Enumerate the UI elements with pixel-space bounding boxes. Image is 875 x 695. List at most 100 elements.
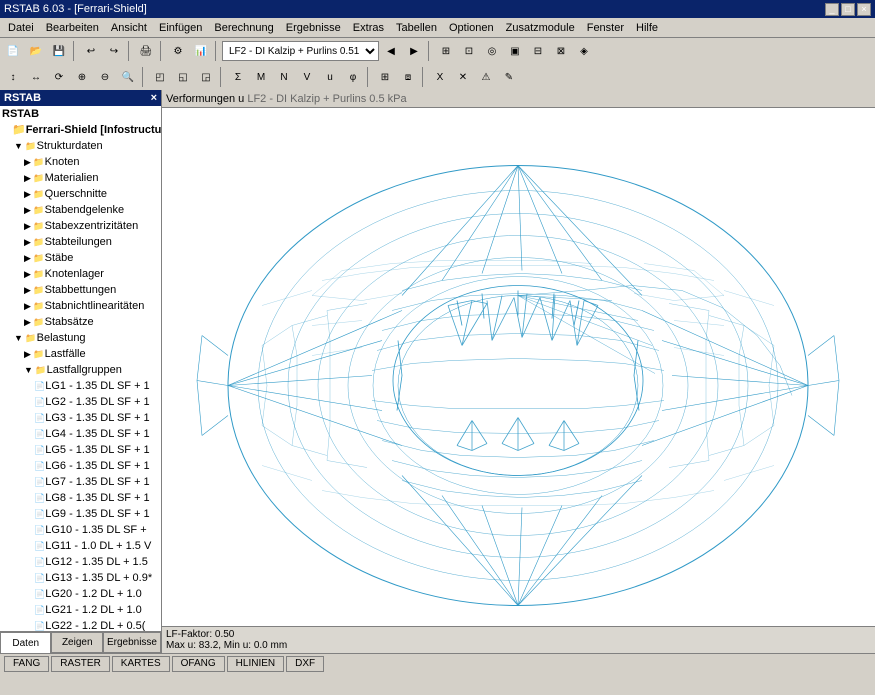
view-btn-3[interactable]: ◎ bbox=[481, 40, 503, 62]
redo-button[interactable]: ↪ bbox=[103, 40, 125, 62]
tb2-btn-7[interactable]: ◰ bbox=[149, 66, 171, 88]
tree-item[interactable]: 📄 LG22 - 1.2 DL + 0.5( bbox=[0, 618, 161, 631]
tree-item[interactable]: ▶ 📁 Knotenlager bbox=[0, 266, 161, 282]
save-button[interactable]: 💾 bbox=[48, 40, 70, 62]
tree-area[interactable]: RSTAB📁 Ferrari-Shield [Infostructure▼ 📁 … bbox=[0, 106, 161, 631]
menu-item-zusatzmodule[interactable]: Zusatzmodule bbox=[500, 20, 581, 36]
tb2-btn-21[interactable]: ✎ bbox=[498, 66, 520, 88]
print-button[interactable]: 🖨 bbox=[135, 40, 157, 62]
viewport-canvas[interactable]: LF-Faktor: 0.50 Max u: 83.2, Min u: 0.0 … bbox=[162, 108, 875, 653]
tb2-btn-18[interactable]: X bbox=[429, 66, 451, 88]
calc-button[interactable]: ⚙ bbox=[167, 40, 189, 62]
status-btn-fang[interactable]: FANG bbox=[4, 656, 49, 672]
sidebar-tab-ergebnisse[interactable]: Ergebnisse bbox=[103, 632, 161, 653]
tb2-btn-14[interactable]: u bbox=[319, 66, 341, 88]
menu-item-optionen[interactable]: Optionen bbox=[443, 20, 500, 36]
tree-item[interactable]: 📄 LG11 - 1.0 DL + 1.5 V bbox=[0, 538, 161, 554]
tree-item[interactable]: 📄 LG12 - 1.35 DL + 1.5 bbox=[0, 554, 161, 570]
view-btn-2[interactable]: ⊡ bbox=[458, 40, 480, 62]
results-button[interactable]: 📊 bbox=[190, 40, 212, 62]
minimize-button[interactable]: _ bbox=[825, 3, 839, 16]
tree-item[interactable]: 📄 LG6 - 1.35 DL SF + 1 bbox=[0, 458, 161, 474]
open-button[interactable]: 📂 bbox=[25, 40, 47, 62]
tb2-btn-1[interactable]: ↕ bbox=[2, 66, 24, 88]
status-btn-raster[interactable]: RASTER bbox=[51, 656, 110, 672]
tree-item[interactable]: 📄 LG5 - 1.35 DL SF + 1 bbox=[0, 442, 161, 458]
menu-item-berechnung[interactable]: Berechnung bbox=[208, 20, 279, 36]
tree-item[interactable]: 📄 LG20 - 1.2 DL + 1.0 bbox=[0, 586, 161, 602]
tree-item[interactable]: ▶ 📁 Stabexzentrizitäten bbox=[0, 218, 161, 234]
status-btn-dxf[interactable]: DXF bbox=[286, 656, 324, 672]
menu-item-tabellen[interactable]: Tabellen bbox=[390, 20, 443, 36]
tb2-btn-4[interactable]: ⊕ bbox=[71, 66, 93, 88]
tree-item[interactable]: 📄 LG13 - 1.35 DL + 0.9* bbox=[0, 570, 161, 586]
status-btn-kartes[interactable]: KARTES bbox=[112, 656, 170, 672]
menu-item-ansicht[interactable]: Ansicht bbox=[105, 20, 153, 36]
tree-item[interactable]: ▶ 📁 Stabsätze bbox=[0, 314, 161, 330]
tb2-btn-12[interactable]: N bbox=[273, 66, 295, 88]
tb2-btn-9[interactable]: ◲ bbox=[195, 66, 217, 88]
tree-item[interactable]: 📄 LG2 - 1.35 DL SF + 1 bbox=[0, 394, 161, 410]
view-btn-4[interactable]: ▣ bbox=[504, 40, 526, 62]
tree-item[interactable]: 📄 LG8 - 1.35 DL SF + 1 bbox=[0, 490, 161, 506]
tb2-btn-11[interactable]: M bbox=[250, 66, 272, 88]
window-controls[interactable]: _ □ × bbox=[825, 3, 871, 16]
tb2-btn-2[interactable]: ↔ bbox=[25, 66, 47, 88]
menu-item-hilfe[interactable]: Hilfe bbox=[630, 20, 664, 36]
tree-item[interactable]: 📄 LG3 - 1.35 DL SF + 1 bbox=[0, 410, 161, 426]
new-button[interactable]: 📄 bbox=[2, 40, 24, 62]
tree-item[interactable]: 📄 LG10 - 1.35 DL SF + bbox=[0, 522, 161, 538]
tree-item[interactable]: ▶ 📁 Lastfälle bbox=[0, 346, 161, 362]
restore-button[interactable]: □ bbox=[841, 3, 855, 16]
tree-item[interactable]: ▶ 📁 Stabendgelenke bbox=[0, 202, 161, 218]
tree-item[interactable]: 📄 LG21 - 1.2 DL + 1.0 bbox=[0, 602, 161, 618]
tree-item[interactable]: ▼ 📁 Belastung bbox=[0, 330, 161, 346]
tb2-btn-13[interactable]: V bbox=[296, 66, 318, 88]
view-btn-7[interactable]: ◈ bbox=[573, 40, 595, 62]
tree-item[interactable]: ▶ 📁 Stabnichtlinearitäten bbox=[0, 298, 161, 314]
tree-item[interactable]: 📄 LG9 - 1.35 DL SF + 1 bbox=[0, 506, 161, 522]
tree-root[interactable]: RSTAB bbox=[0, 106, 161, 122]
menu-item-einfügen[interactable]: Einfügen bbox=[153, 20, 208, 36]
tree-item[interactable]: ▶ 📁 Stabteilungen bbox=[0, 234, 161, 250]
sidebar-tab-zeigen[interactable]: Zeigen bbox=[51, 632, 102, 653]
tree-item[interactable]: ▼ 📁 Lastfallgruppen bbox=[0, 362, 161, 378]
tb2-btn-6[interactable]: 🔍 bbox=[117, 66, 139, 88]
prev-lf-button[interactable]: ◀ bbox=[380, 40, 402, 62]
undo-button[interactable]: ↩ bbox=[80, 40, 102, 62]
tree-item[interactable]: ▶ 📁 Knoten bbox=[0, 154, 161, 170]
tree-item[interactable]: ▶ 📁 Stäbe bbox=[0, 250, 161, 266]
tree-item[interactable]: 📄 LG1 - 1.35 DL SF + 1 bbox=[0, 378, 161, 394]
view-btn-6[interactable]: ⊠ bbox=[550, 40, 572, 62]
tree-item[interactable]: ▶ 📁 Stabbettungen bbox=[0, 282, 161, 298]
view-btn-1[interactable]: ⊞ bbox=[435, 40, 457, 62]
tree-item[interactable]: ▶ 📁 Querschnitte bbox=[0, 186, 161, 202]
tree-item[interactable]: 📄 LG7 - 1.35 DL SF + 1 bbox=[0, 474, 161, 490]
tree-item[interactable]: ▼ 📁 Strukturdaten bbox=[0, 138, 161, 154]
status-btn-ofang[interactable]: OFANG bbox=[172, 656, 225, 672]
menu-item-extras[interactable]: Extras bbox=[347, 20, 390, 36]
menu-item-ergebnisse[interactable]: Ergebnisse bbox=[280, 20, 347, 36]
menu-item-datei[interactable]: Datei bbox=[2, 20, 40, 36]
tb2-btn-8[interactable]: ◱ bbox=[172, 66, 194, 88]
tb2-btn-17[interactable]: ⧈ bbox=[397, 66, 419, 88]
tb2-btn-20[interactable]: ⚠ bbox=[475, 66, 497, 88]
tree-project[interactable]: 📁 Ferrari-Shield [Infostructure bbox=[0, 122, 161, 138]
menu-item-bearbeiten[interactable]: Bearbeiten bbox=[40, 20, 105, 36]
tb2-btn-19[interactable]: ✕ bbox=[452, 66, 474, 88]
lf-combo[interactable]: LF2 - DI Kalzip + Purlins 0.51 bbox=[222, 41, 379, 61]
tb2-btn-15[interactable]: φ bbox=[342, 66, 364, 88]
tb2-btn-3[interactable]: ⟳ bbox=[48, 66, 70, 88]
tb2-btn-10[interactable]: Σ bbox=[227, 66, 249, 88]
close-button[interactable]: × bbox=[857, 3, 871, 16]
view-btn-5[interactable]: ⊟ bbox=[527, 40, 549, 62]
status-btn-hlinien[interactable]: HLINIEN bbox=[227, 656, 284, 672]
menu-item-fenster[interactable]: Fenster bbox=[581, 20, 630, 36]
next-lf-button[interactable]: ▶ bbox=[403, 40, 425, 62]
sidebar-tab-daten[interactable]: Daten bbox=[0, 632, 51, 653]
tb2-btn-5[interactable]: ⊖ bbox=[94, 66, 116, 88]
sidebar-close[interactable]: × bbox=[151, 92, 157, 104]
tree-item[interactable]: 📄 LG4 - 1.35 DL SF + 1 bbox=[0, 426, 161, 442]
tree-item[interactable]: ▶ 📁 Materialien bbox=[0, 170, 161, 186]
tb2-btn-16[interactable]: ⊞ bbox=[374, 66, 396, 88]
